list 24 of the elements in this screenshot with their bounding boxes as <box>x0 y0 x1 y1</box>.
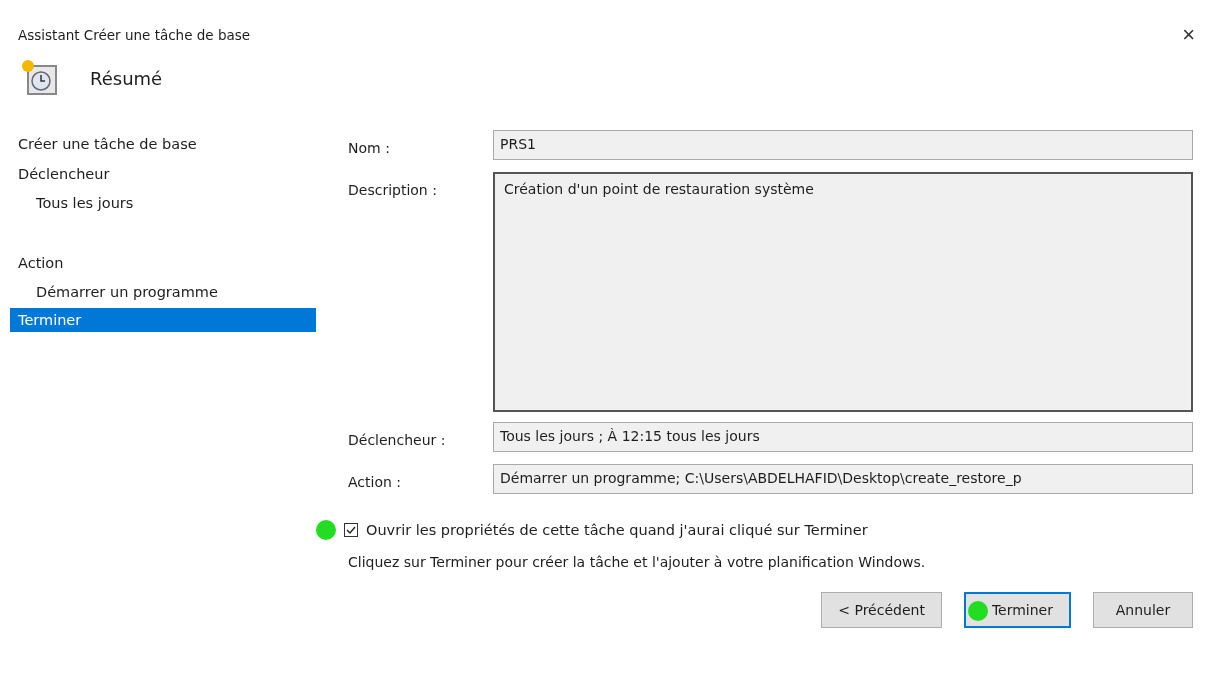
sidebar-item[interactable]: Tous les jours <box>10 189 316 219</box>
dialog-button[interactable]: Terminer <box>963 592 1071 628</box>
input-field[interactable]: Démarrer un programme; C:\Users\ABDELHAFID\Desktop\create_restore_p <box>493 464 1193 494</box>
sidebar-item[interactable]: Déclencheur <box>10 159 316 189</box>
field-label: Description : <box>348 181 438 198</box>
close-button[interactable]: × <box>1176 22 1201 48</box>
task-calendar-icon <box>20 58 60 98</box>
window-title: Assistant Créer une tâche de base <box>18 27 251 43</box>
sidebar-item[interactable]: Action <box>10 248 316 278</box>
dialog-button[interactable]: Annuler <box>1093 592 1193 628</box>
sidebar-item[interactable]: Démarrer un programme <box>10 278 316 308</box>
dialog-button[interactable]: < Précédent <box>821 592 942 628</box>
checkbox[interactable] <box>344 523 358 537</box>
checkbox-label: Ouvrir les propriétés de cette tâche quand j'aurai cliqué sur Terminer <box>366 522 868 538</box>
input-field[interactable]: PRS1 <box>493 130 1193 160</box>
field-label: Déclencheur : <box>348 431 447 448</box>
description-field[interactable]: Création d'un point de restauration système <box>493 172 1193 412</box>
field-label: Nom : <box>348 139 391 156</box>
input-field[interactable]: Tous les jours ; À 12:15 tous les jours <box>493 422 1193 452</box>
field-label: Action : <box>348 473 402 490</box>
info-text: Cliquez sur Terminer pour créer la tâche et l'ajouter à votre planification Windows. <box>348 554 927 570</box>
page-title: Résumé <box>90 67 163 89</box>
sidebar-item[interactable]: Terminer <box>10 307 316 332</box>
sidebar-item[interactable]: Créer une tâche de base <box>10 130 316 160</box>
